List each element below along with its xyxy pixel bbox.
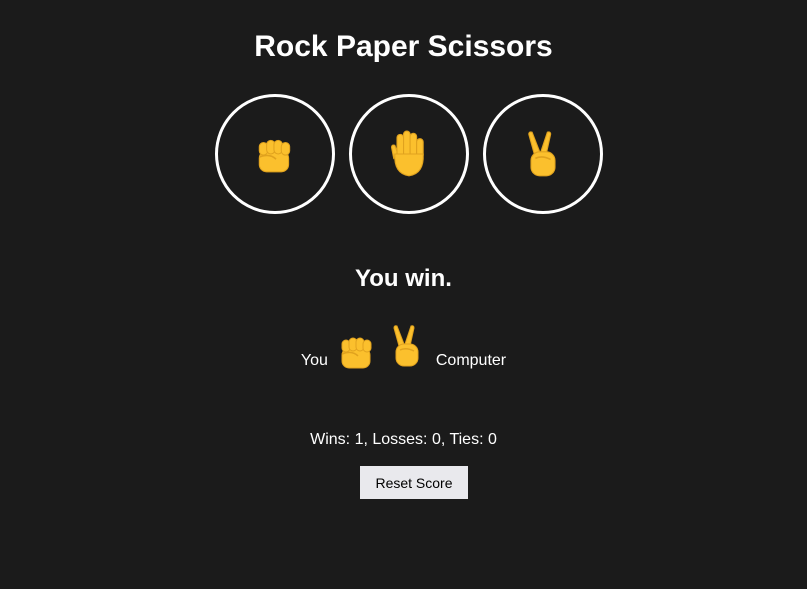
victory-hand-icon	[527, 131, 556, 177]
result-message: You win.	[355, 265, 452, 292]
player-label: You	[300, 352, 328, 369]
reset-score-button[interactable]: Reset Score	[360, 466, 468, 499]
fist-icon	[258, 139, 291, 173]
raised-hand-icon	[390, 130, 424, 177]
computer-label: Computer	[435, 352, 507, 369]
rock-button[interactable]	[215, 94, 335, 214]
score-text: Wins: 1, Losses: 0, Ties: 0	[310, 431, 497, 448]
page-title: Rock Paper Scissors	[254, 30, 553, 63]
choice-buttons	[215, 94, 605, 214]
scissors-button[interactable]	[483, 94, 603, 214]
player-move-fist-icon	[341, 337, 372, 369]
computer-move-victory-hand-icon	[393, 325, 419, 367]
game-page: Rock Paper Scissors You win. You Compute…	[0, 0, 807, 589]
paper-button[interactable]	[349, 94, 469, 214]
moves-display: You Computer	[0, 316, 807, 372]
